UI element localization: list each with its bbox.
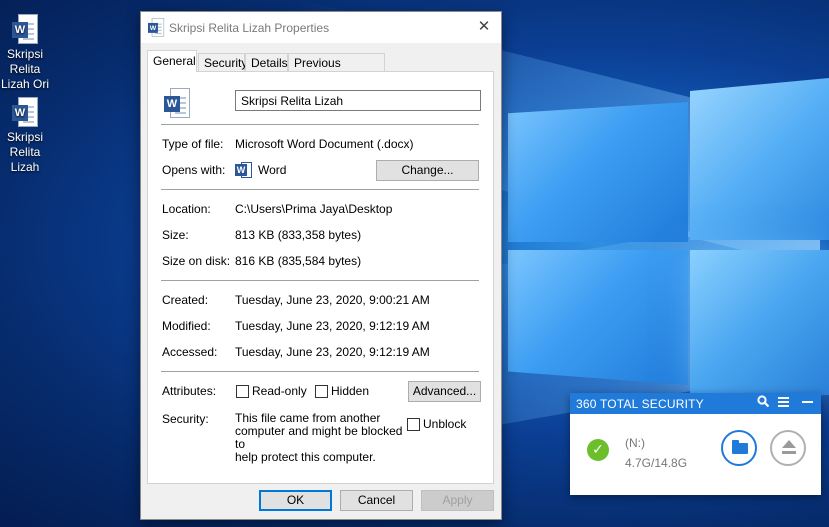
divider: [161, 189, 479, 190]
size-label: Size:: [162, 228, 189, 242]
security-message: This file came from another computer and…: [235, 412, 405, 464]
security-message-line: help protect this computer.: [235, 450, 376, 464]
word-document-icon: W: [164, 88, 190, 118]
divider: [161, 280, 479, 281]
tab-general[interactable]: General: [147, 50, 197, 72]
desktop-icon-label: Skripsi Relita: [6, 130, 43, 159]
hidden-label: Hidden: [331, 384, 370, 398]
accessed-label: Accessed:: [162, 345, 218, 359]
360-security-usb-widget: 360 TOTAL SECURITY ✓ (N:) 4.7G/14.8G: [570, 393, 821, 495]
unblock-checkbox[interactable]: [407, 418, 420, 431]
dialog-titlebar[interactable]: W Skripsi Relita Lizah Properties ✕: [141, 12, 501, 43]
change-button[interactable]: Change...: [376, 160, 479, 181]
properties-dialog: W Skripsi Relita Lizah Properties ✕ Gene…: [140, 11, 502, 520]
cancel-button[interactable]: Cancel: [340, 490, 413, 511]
size-on-disk-label: Size on disk:: [162, 254, 231, 268]
attributes-label: Attributes:: [162, 384, 217, 398]
close-icon[interactable]: ✕: [467, 12, 501, 43]
general-tab-panel: W Type of file: Microsoft Word Document …: [147, 71, 494, 484]
divider: [161, 124, 479, 125]
ok-button[interactable]: OK: [259, 490, 332, 511]
word-document-icon: W: [12, 14, 38, 44]
check-icon: ✓: [587, 439, 609, 461]
desktop-icon-skripsi[interactable]: W Skripsi Relita Lizah: [0, 97, 60, 175]
security-message-line: computer and might be blocked to: [235, 424, 403, 451]
file-name-input[interactable]: [235, 90, 481, 111]
advanced-button[interactable]: Advanced...: [408, 381, 481, 402]
search-icon[interactable]: [757, 395, 770, 411]
desktop-icon-label: Lizah: [10, 160, 40, 174]
minimize-icon[interactable]: [801, 395, 814, 411]
widget-title: 360 TOTAL SECURITY: [576, 397, 704, 411]
drive-usage: 4.7G/14.8G: [625, 456, 688, 470]
apply-button[interactable]: Apply: [421, 490, 494, 511]
eject-button[interactable]: [770, 430, 806, 466]
created-label: Created:: [162, 293, 209, 307]
read-only-label: Read-only: [252, 384, 307, 398]
modified-value: Tuesday, June 23, 2020, 9:12:19 AM: [235, 319, 430, 333]
tab-previous-versions[interactable]: Previous Versions: [288, 53, 385, 88]
word-document-icon: W: [148, 18, 165, 37]
type-of-file-label: Type of file:: [162, 137, 224, 151]
security-label: Security:: [162, 412, 209, 426]
tab-details[interactable]: Details: [245, 53, 288, 71]
hidden-checkbox[interactable]: [315, 385, 328, 398]
word-app-icon: W: [235, 162, 252, 178]
folder-icon: [732, 440, 748, 454]
widget-header: 360 TOTAL SECURITY: [570, 393, 821, 414]
modified-label: Modified:: [162, 319, 211, 333]
tab-security[interactable]: Security: [198, 53, 247, 71]
menu-icon[interactable]: [777, 395, 790, 411]
open-folder-button[interactable]: [721, 430, 757, 466]
desktop-icon-label: Skripsi Relita: [6, 47, 43, 76]
desktop-icon-label: Lizah Ori: [0, 77, 50, 91]
size-on-disk-value: 816 KB (835,584 bytes): [235, 254, 362, 268]
divider: [161, 371, 479, 372]
windows-logo-pane: [690, 250, 829, 395]
dialog-title: Skripsi Relita Lizah Properties: [169, 21, 330, 35]
desktop-icon-skripsi-ori[interactable]: W Skripsi Relita Lizah Ori: [0, 14, 60, 92]
eject-icon-bar: [782, 451, 796, 454]
word-document-icon: W: [12, 97, 38, 127]
created-value: Tuesday, June 23, 2020, 9:00:21 AM: [235, 293, 430, 307]
windows-logo-pane: [508, 250, 688, 385]
type-of-file-value: Microsoft Word Document (.docx): [235, 137, 414, 151]
windows-logo-pane: [690, 78, 829, 240]
drive-label: (N:): [625, 436, 645, 450]
eject-icon: [782, 440, 796, 448]
location-value: C:\Users\Prima Jaya\Desktop: [235, 202, 393, 216]
opens-with-value: Word: [258, 163, 287, 177]
windows-logo-pane: [508, 102, 688, 242]
location-label: Location:: [162, 202, 211, 216]
accessed-value: Tuesday, June 23, 2020, 9:12:19 AM: [235, 345, 430, 359]
opens-with-label: Opens with:: [162, 163, 226, 177]
unblock-label: Unblock: [423, 417, 467, 431]
size-value: 813 KB (833,358 bytes): [235, 228, 362, 242]
read-only-checkbox[interactable]: [236, 385, 249, 398]
